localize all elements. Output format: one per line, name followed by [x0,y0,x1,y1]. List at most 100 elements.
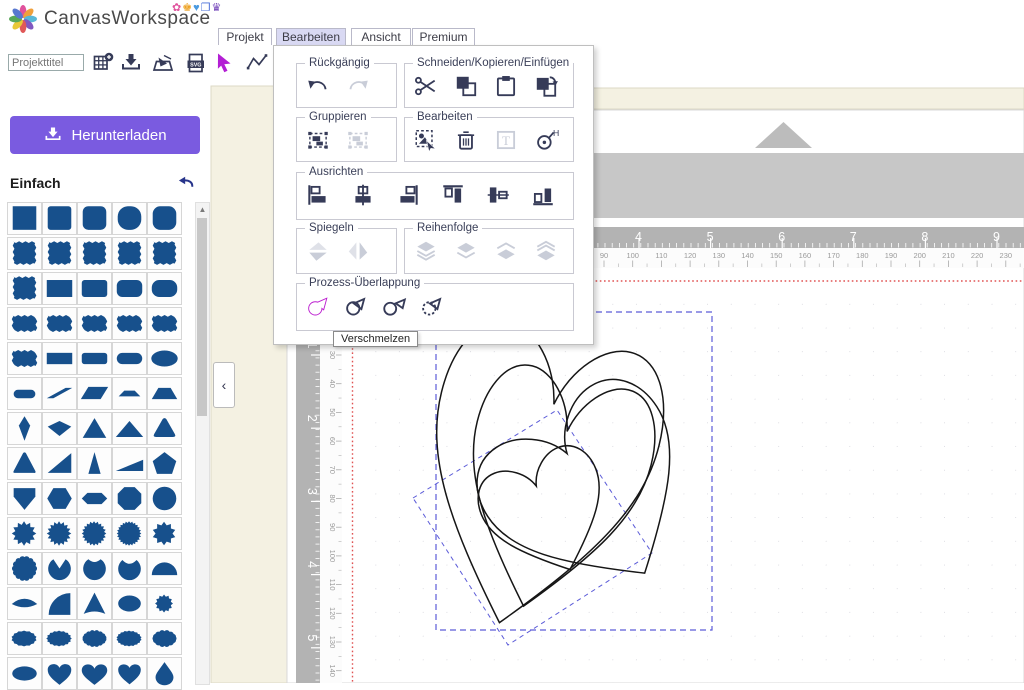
shape-burst-24[interactable] [112,517,147,550]
shape-scallop-ellipse-1[interactable] [7,622,42,655]
shape-circle-notch-curve[interactable] [112,552,147,585]
shape-burst-12[interactable] [7,517,42,550]
shape-stamp-rect-3[interactable] [77,307,112,340]
shape-heart-scallop[interactable] [112,657,147,690]
align-top-icon[interactable] [440,182,466,213]
shape-circle[interactable] [147,482,182,515]
shape-circle-notch-v[interactable] [42,552,77,585]
shape-stamp-rect-2[interactable] [42,307,77,340]
weld-icon[interactable] [305,293,331,324]
group-icon[interactable] [305,127,331,158]
delete-icon[interactable] [453,127,479,158]
shape-stamp-square-5[interactable] [147,237,182,270]
shape-pill[interactable] [112,342,147,375]
shape-rect-barrel[interactable] [147,272,182,305]
shape-quarter-circle[interactable] [42,587,77,620]
shape-square-round-sm[interactable] [42,202,77,235]
shape-stamp-rect-4[interactable] [112,307,147,340]
shape-ellipse[interactable] [112,587,147,620]
shape-rect-thin-round[interactable] [77,342,112,375]
shape-triangle[interactable] [77,412,112,445]
back-icon[interactable] [176,173,196,193]
divide-icon[interactable] [419,293,445,324]
shape-rect[interactable] [42,272,77,305]
tab-bearbeiten[interactable]: Bearbeiten [276,28,346,46]
shape-rect-round[interactable] [112,272,147,305]
download-button[interactable]: Herunterladen [10,116,200,154]
undo-icon[interactable] [305,73,331,104]
tab-projekt[interactable]: Projekt [218,28,272,46]
sidebar-scrollbar[interactable]: ▲ [195,202,210,685]
shape-scallop-circle[interactable] [7,552,42,585]
shape-pentagon[interactable] [147,447,182,480]
align-middle-v-icon[interactable] [485,182,511,213]
shape-stamp-rect-1[interactable] [7,307,42,340]
shape-kite[interactable] [7,412,42,445]
shape-triangle-wide[interactable] [112,412,147,445]
shape-triangle-round[interactable] [147,412,182,445]
shape-pill-small[interactable] [7,377,42,410]
shape-ellipse-flat[interactable] [7,657,42,690]
shape-triangle-concave[interactable] [77,587,112,620]
shape-scallop-ellipse-5[interactable] [147,622,182,655]
shape-right-triangle[interactable] [42,447,77,480]
shape-triangle-curved[interactable] [7,447,42,480]
select-tool-icon[interactable] [212,51,236,75]
shape-rect-round-sm[interactable] [77,272,112,305]
align-right-icon[interactable] [395,182,421,213]
shape-parallelogram[interactable] [77,377,112,410]
shape-octagon[interactable] [112,482,147,515]
shape-scallop-ellipse-3[interactable] [77,622,112,655]
shape-trapezoid[interactable] [147,377,182,410]
shape-parallelogram-thin[interactable] [42,377,77,410]
tab-ansicht[interactable]: Ansicht [351,28,411,46]
intersect-icon[interactable] [381,293,407,324]
align-bottom-icon[interactable] [530,182,556,213]
shape-stamp-rect-6[interactable] [7,342,42,375]
sidebar-collapse-button[interactable]: ‹ [213,362,235,408]
send-to-mat-icon[interactable] [151,51,175,75]
shape-square-round-lg[interactable] [147,202,182,235]
align-center-h-icon[interactable] [350,182,376,213]
shape-burst-small[interactable] [147,587,182,620]
select-image-icon[interactable] [413,127,439,158]
subtract-icon[interactable] [343,293,369,324]
duplicate-icon[interactable] [533,73,559,104]
shape-heart-lobed[interactable] [77,657,112,690]
shape-hexagon[interactable] [42,482,77,515]
scroll-up-icon[interactable]: ▲ [196,203,209,216]
shape-square[interactable] [7,202,42,235]
shape-square-squircle[interactable] [112,202,147,235]
shape-square-round[interactable] [77,202,112,235]
shape-burst-16[interactable] [42,517,77,550]
shape-ellipse-wide[interactable] [147,342,182,375]
copy-icon[interactable] [453,73,479,104]
svg-export-icon[interactable]: SVG [184,51,208,75]
tab-premium[interactable]: Premium [412,28,475,46]
shape-rect-thin[interactable] [42,342,77,375]
shape-semicircle[interactable] [147,552,182,585]
rotate-icon[interactable]: H [533,127,559,158]
polyline-tool-icon[interactable] [245,51,269,75]
new-project-icon[interactable] [91,51,115,75]
shape-circle-notch-round[interactable] [77,552,112,585]
paste-icon[interactable] [493,73,519,104]
save-download-icon[interactable] [119,51,143,75]
shape-heart-bump[interactable] [42,657,77,690]
shape-stamp-square-2[interactable] [42,237,77,270]
shape-stamp-rect-5[interactable] [147,307,182,340]
shape-teardrop[interactable] [147,657,182,690]
shape-fan[interactable] [7,587,42,620]
align-left-icon[interactable] [305,182,331,213]
shape-stamp-square-4[interactable] [112,237,147,270]
shape-right-triangle-low[interactable] [112,447,147,480]
shape-stamp-square-6[interactable] [7,272,42,305]
shape-burst-20[interactable] [77,517,112,550]
shape-burst-10[interactable] [147,517,182,550]
cut-icon[interactable] [413,73,439,104]
shape-triangle-narrow[interactable] [77,447,112,480]
shape-stamp-square-1[interactable] [7,237,42,270]
shape-scallop-ellipse-4[interactable] [112,622,147,655]
shape-hexagon-long[interactable] [77,482,112,515]
scrollbar-thumb[interactable] [197,218,207,416]
